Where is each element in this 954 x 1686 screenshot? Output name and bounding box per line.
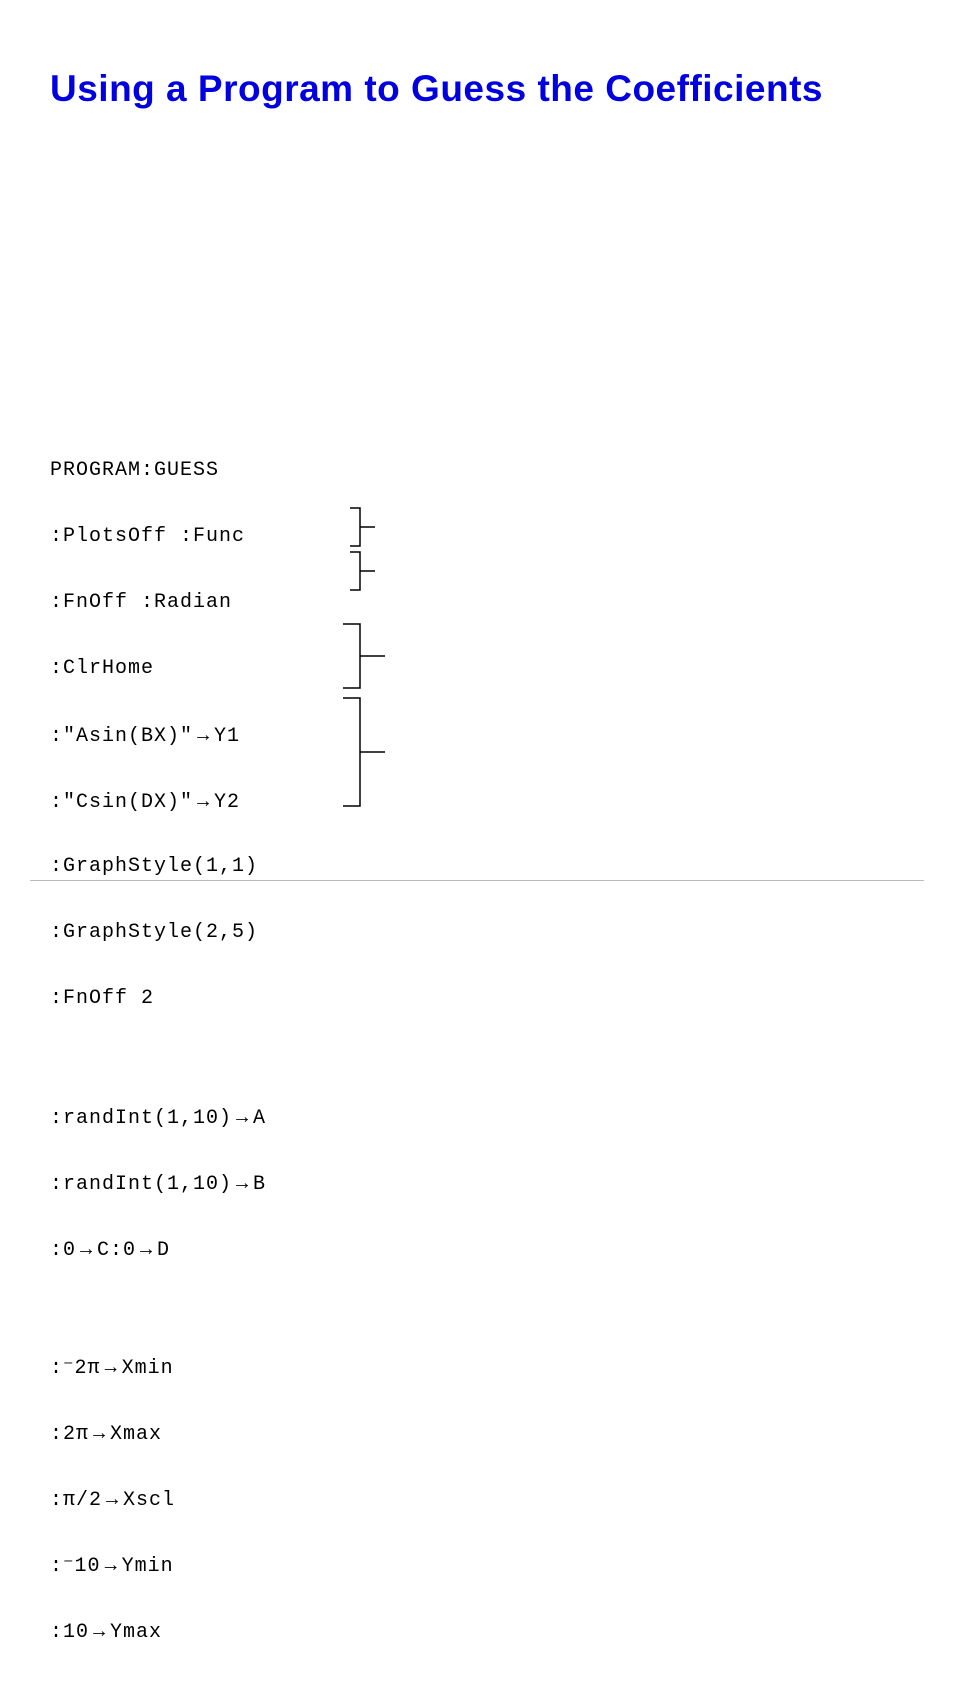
code-fragment: Xmin (122, 1357, 174, 1380)
code-line: PROGRAM:GUESS (50, 460, 910, 482)
program-code: PROGRAM:GUESS :PlotsOff :Func :FnOff :Ra… (50, 416, 910, 1686)
code-fragment: :randInt(1,10) (50, 1173, 232, 1196)
store-arrow-icon: → (76, 1238, 97, 1260)
code-fragment: :"Asin(BX)" (50, 725, 193, 748)
code-fragment: :0 (50, 1239, 76, 1262)
code-spacer (50, 1054, 910, 1062)
code-line: :"Asin(BX)"→Y1 (50, 724, 910, 746)
store-arrow-icon: → (101, 1554, 122, 1576)
code-line: :⁻10→Ymin (50, 1554, 910, 1576)
code-fragment: :⁻2π (50, 1357, 101, 1380)
code-fragment: :⁻10 (50, 1555, 101, 1578)
code-line: :10→Ymax (50, 1620, 910, 1642)
code-line: :2π→Xmax (50, 1422, 910, 1444)
code-fragment: :"Csin(DX)" (50, 791, 193, 814)
code-line: :PlotsOff :Func (50, 526, 910, 548)
code-line: :GraphStyle(2,5) (50, 922, 910, 944)
code-fragment: D (157, 1239, 170, 1262)
page-title: Using a Program to Guess the Coefficient… (50, 68, 904, 110)
code-fragment: Ymin (122, 1555, 174, 1578)
code-fragment: A (253, 1107, 266, 1130)
store-arrow-icon: → (102, 1488, 123, 1510)
code-fragment: :10 (50, 1621, 89, 1644)
code-line: :FnOff 2 (50, 988, 910, 1010)
code-line: :0→C:0→D (50, 1238, 910, 1260)
code-line: :π/2→Xscl (50, 1488, 910, 1510)
code-fragment: Xscl (123, 1489, 175, 1512)
code-fragment: Y1 (214, 725, 240, 748)
code-fragment: :randInt(1,10) (50, 1107, 232, 1130)
code-line: :GraphStyle(1,1) (50, 856, 910, 878)
code-spacer (50, 1304, 910, 1312)
store-arrow-icon: → (89, 1422, 110, 1444)
code-area: PROGRAM:GUESS :PlotsOff :Func :FnOff :Ra… (50, 416, 910, 1686)
store-arrow-icon: → (101, 1356, 122, 1378)
store-arrow-icon: → (232, 1106, 253, 1128)
store-arrow-icon: → (136, 1238, 157, 1260)
code-line: :ClrHome (50, 658, 910, 680)
store-arrow-icon: → (232, 1172, 253, 1194)
code-line: :⁻2π→Xmin (50, 1356, 910, 1378)
code-line: :FnOff :Radian (50, 592, 910, 614)
store-arrow-icon: → (193, 790, 214, 812)
code-line: :randInt(1,10)→A (50, 1106, 910, 1128)
code-line: :randInt(1,10)→B (50, 1172, 910, 1194)
store-arrow-icon: → (89, 1620, 110, 1642)
code-fragment: Y2 (214, 791, 240, 814)
code-fragment: Xmax (110, 1423, 162, 1446)
code-fragment: Ymax (110, 1621, 162, 1644)
code-fragment: C:0 (97, 1239, 136, 1262)
code-fragment: :π/2 (50, 1489, 102, 1512)
divider (30, 880, 924, 881)
code-line: :"Csin(DX)"→Y2 (50, 790, 910, 812)
code-fragment: :2π (50, 1423, 89, 1446)
store-arrow-icon: → (193, 724, 214, 746)
document-page: Using a Program to Guess the Coefficient… (0, 0, 954, 954)
code-fragment: B (253, 1173, 266, 1196)
